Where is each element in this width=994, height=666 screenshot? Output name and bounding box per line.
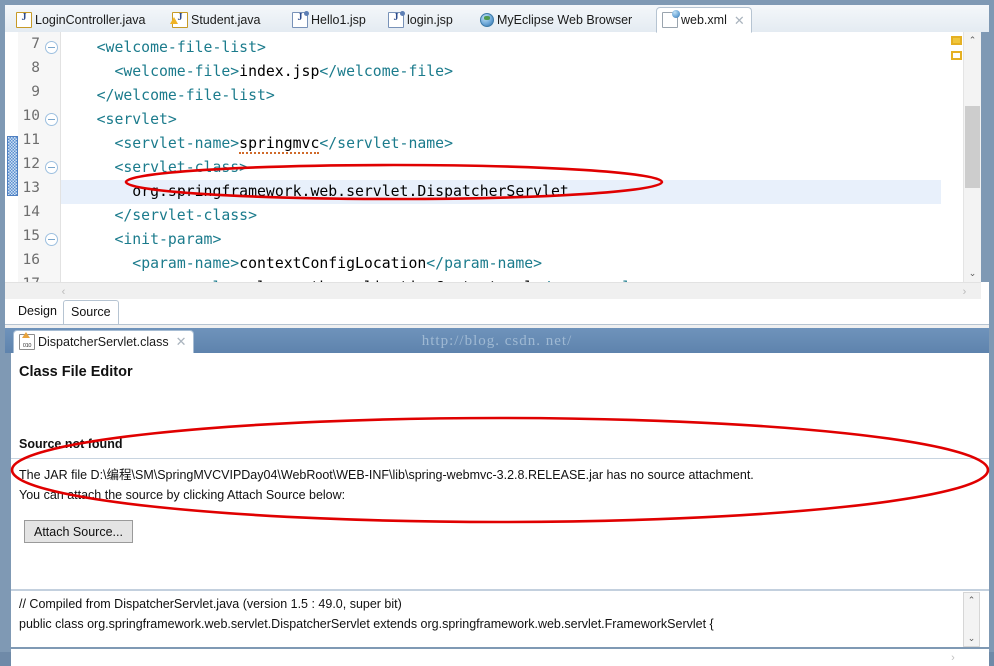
- bottom-tab-strip: http://blog. csdn. net/ DispatcherServle…: [5, 328, 989, 353]
- vertical-scrollbar-thumb[interactable]: [965, 106, 980, 188]
- scroll-left-arrow-icon[interactable]: ‹: [55, 283, 72, 300]
- editor-tab-logincontroller[interactable]: LoginController.java: [11, 8, 152, 32]
- code-line[interactable]: </welcome-file-list>: [61, 84, 941, 108]
- line-number: 12: [22, 156, 40, 172]
- editor-vertical-scrollbar[interactable]: ⌃ ⌄: [963, 32, 981, 282]
- class-file-editor-body: Class File Editor Source not found The J…: [5, 353, 989, 666]
- class-editor-vertical-scrollbar[interactable]: ⌃ ⌄: [963, 592, 980, 647]
- jsp-file-icon: [388, 11, 405, 28]
- scroll-up-arrow-icon[interactable]: ⌃: [964, 593, 979, 608]
- fold-collapse-icon[interactable]: [45, 41, 58, 54]
- editor-tab-myeclipse-web-browser[interactable]: MyEclipse Web Browser: [475, 8, 638, 32]
- line-number: 15: [22, 228, 40, 244]
- code-line[interactable]: <param-name>contextConfigLocation</param…: [61, 252, 941, 276]
- fold-collapse-icon[interactable]: [45, 161, 58, 174]
- editor-tab-label: MyEclipse Web Browser: [497, 13, 633, 27]
- scroll-right-arrow-icon[interactable]: ›: [956, 283, 973, 300]
- scroll-down-arrow-icon[interactable]: ⌄: [964, 265, 981, 282]
- line-number: 16: [22, 252, 40, 268]
- code-line[interactable]: </servlet-class>: [61, 204, 941, 228]
- jsp-file-icon: [292, 11, 309, 28]
- right-edge-strip: [981, 32, 989, 282]
- xml-file-icon: [662, 10, 680, 28]
- code-line[interactable]: <init-param>: [61, 228, 941, 252]
- disassembled-code-area[interactable]: // Compiled from DispatcherServlet.java …: [11, 591, 989, 647]
- line-number: 14: [22, 204, 40, 220]
- editor-tab-dispatcherservlet-class[interactable]: DispatcherServlet.class ✕: [13, 330, 194, 353]
- jar-no-source-message: The JAR file D:\编程\SM\SpringMVCVIPDay04\…: [19, 468, 754, 482]
- scroll-up-arrow-icon[interactable]: ⌃: [964, 32, 981, 49]
- code-line[interactable]: <servlet-name>springmvc</servlet-name>: [61, 132, 941, 156]
- scroll-down-arrow-icon[interactable]: ⌄: [964, 631, 979, 646]
- fold-collapse-icon[interactable]: [45, 233, 58, 246]
- code-comment-line: // Compiled from DispatcherServlet.java …: [19, 597, 402, 611]
- java-file-icon: [16, 12, 32, 28]
- editor-tab-label: DispatcherServlet.class: [38, 335, 169, 349]
- xml-source-editor[interactable]: 7891011121314151617 <welcome-file-list> …: [5, 32, 989, 292]
- page-title: Class File Editor: [19, 364, 133, 380]
- editor-page-tabs: Design Source: [5, 299, 989, 325]
- code-line[interactable]: <servlet>: [61, 108, 941, 132]
- editor-tab-hello1jsp[interactable]: Hello1.jsp: [287, 8, 372, 32]
- code-text-area[interactable]: <welcome-file-list> <welcome-file>index.…: [61, 32, 941, 282]
- tab-design[interactable]: Design: [11, 300, 64, 324]
- scroll-right-arrow-icon[interactable]: ›: [945, 650, 961, 665]
- editor-tab-label: login.jsp: [407, 13, 453, 27]
- editor-tab-webxml[interactable]: web.xml ✕: [656, 7, 752, 33]
- source-not-found-heading: Source not found: [19, 437, 123, 451]
- line-number: 13: [22, 180, 40, 196]
- line-number: 7: [31, 36, 40, 52]
- editor-tab-loginjsp[interactable]: login.jsp: [383, 8, 459, 32]
- class-file-editor-panel: http://blog. csdn. net/ DispatcherServle…: [5, 328, 989, 666]
- web-browser-icon: [480, 13, 494, 27]
- attach-source-button[interactable]: Attach Source...: [24, 520, 133, 543]
- horizontal-rule: [11, 458, 989, 459]
- fold-collapse-icon[interactable]: [45, 113, 58, 126]
- editor-tab-label: Student.java: [191, 13, 261, 27]
- editor-horizontal-scrollbar[interactable]: ‹ ›: [5, 282, 981, 300]
- attach-source-hint: You can attach the source by clicking At…: [19, 488, 346, 502]
- editor-tab-label: web.xml: [681, 13, 727, 27]
- code-class-declaration-line: public class org.springframework.web.ser…: [19, 617, 714, 631]
- editor-tab-student[interactable]: Student.java: [167, 8, 267, 32]
- line-number: 11: [22, 132, 40, 148]
- code-line[interactable]: <welcome-file>index.jsp</welcome-file>: [61, 60, 941, 84]
- close-icon[interactable]: ✕: [176, 334, 187, 350]
- class-file-icon: [19, 332, 35, 350]
- java-file-warning-icon: [170, 12, 188, 28]
- line-number: 10: [22, 108, 40, 124]
- eclipse-window: LoginController.java Student.java Hello1…: [0, 0, 994, 666]
- line-number: 8: [31, 60, 40, 76]
- line-number-gutter: 7891011121314151617: [18, 32, 61, 292]
- tab-source[interactable]: Source: [63, 300, 119, 324]
- window-client-area: LoginController.java Student.java Hello1…: [5, 5, 989, 666]
- annotation-marker-hollow-icon[interactable]: [951, 51, 962, 60]
- line-number: 9: [31, 84, 40, 100]
- editor-tab-label: LoginController.java: [35, 13, 146, 27]
- code-line[interactable]: org.springframework.web.servlet.Dispatch…: [61, 180, 941, 204]
- code-line[interactable]: <servlet-class>: [61, 156, 941, 180]
- overview-ruler[interactable]: [948, 32, 964, 282]
- close-icon[interactable]: ✕: [734, 14, 745, 27]
- editor-tab-label: Hello1.jsp: [311, 13, 366, 27]
- annotation-marker-icon[interactable]: [951, 36, 962, 45]
- editor-tab-strip: LoginController.java Student.java Hello1…: [5, 5, 989, 33]
- code-line[interactable]: <welcome-file-list>: [61, 36, 941, 60]
